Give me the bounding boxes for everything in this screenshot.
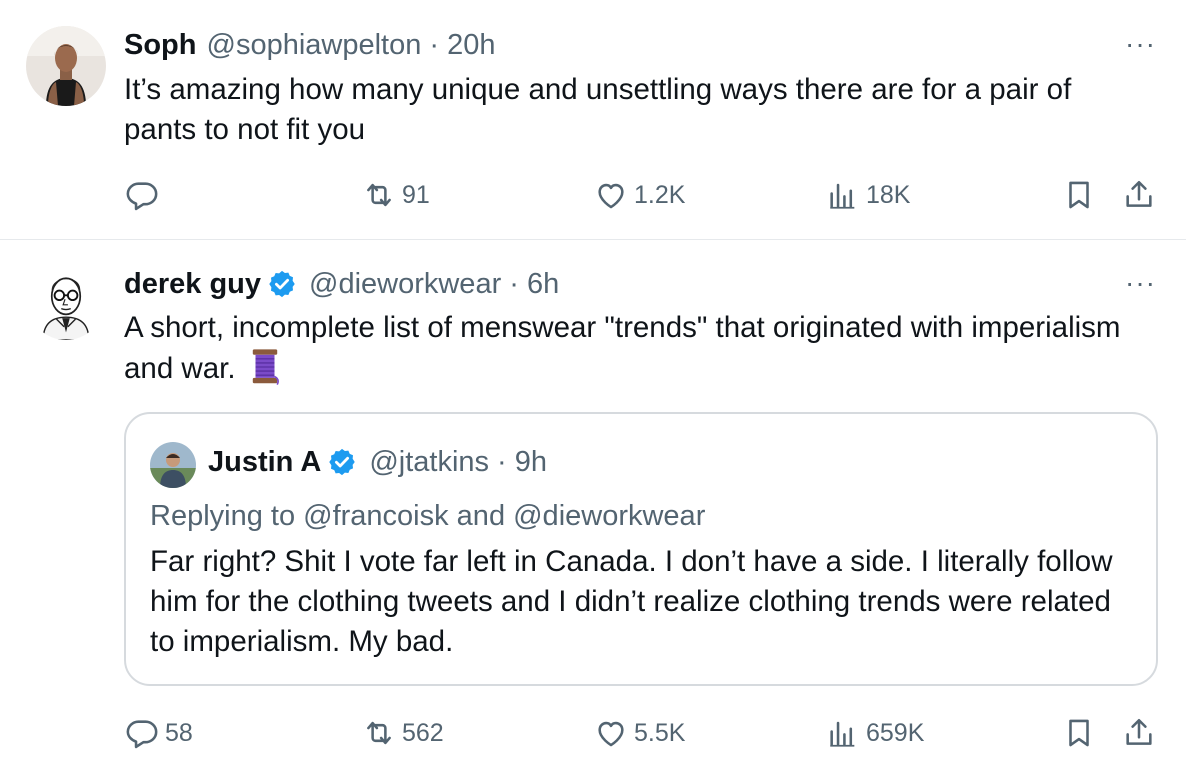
quoted-user-handle[interactable]: @jtatkins [369, 444, 489, 480]
bookmark-button[interactable] [1062, 175, 1096, 215]
timestamp[interactable]: · 6h [509, 266, 559, 302]
like-count: 1.2K [634, 180, 686, 209]
share-button[interactable] [1122, 713, 1156, 753]
verified-badge-icon [269, 270, 295, 298]
verified-badge-icon [329, 448, 356, 476]
retweet-button[interactable]: 91 [362, 175, 430, 215]
reply-icon [126, 720, 158, 749]
quoted-header: Justin A @jtatkins · 9h [208, 444, 547, 480]
tweet[interactable]: derek guy @dieworkwear · 6h ··· A short,… [0, 240, 1186, 778]
replying-to-label[interactable]: Replying to @francoisk and @dieworkwear [150, 496, 705, 536]
quoted-display-name[interactable]: Justin A [208, 444, 321, 480]
profile-photo-icon [150, 442, 196, 488]
tweet-text: A short, incomplete list of menswear "tr… [124, 308, 1134, 389]
retweet-icon [367, 183, 391, 207]
quoted-tweet[interactable]: Justin A @jtatkins · 9h Replying to @fra… [124, 412, 1158, 686]
retweet-count: 91 [402, 180, 430, 209]
share-icon [1126, 180, 1152, 207]
views-button[interactable]: 659K [826, 713, 924, 753]
profile-photo-icon [26, 26, 106, 106]
timestamp[interactable]: · 20h [429, 27, 495, 63]
tweet-header: derek guy @dieworkwear · 6h [124, 266, 559, 302]
heart-icon [598, 721, 624, 747]
bookmark-button[interactable] [1062, 713, 1096, 753]
more-options-icon[interactable]: ··· [1125, 267, 1156, 299]
view-count: 18K [866, 180, 911, 209]
quoted-timestamp[interactable]: · 9h [497, 444, 547, 480]
user-handle[interactable]: @dieworkwear [309, 266, 501, 302]
retweet-count: 562 [402, 718, 444, 747]
sketch-portrait-icon [28, 264, 104, 340]
display-name[interactable]: Soph [124, 27, 197, 63]
retweet-button[interactable]: 562 [362, 713, 444, 753]
bookmark-icon [1069, 719, 1089, 747]
analytics-icon [830, 721, 855, 747]
heart-icon [598, 183, 624, 209]
like-button[interactable]: 5.5K [594, 713, 685, 753]
action-bar: 58 562 5.5K 659K [0, 713, 1186, 753]
reply-count: 58 [165, 718, 193, 747]
reply-button[interactable]: 58 [125, 713, 193, 753]
views-button[interactable]: 18K [826, 175, 910, 215]
like-button[interactable]: 1.2K [594, 175, 685, 215]
tweet-header: Soph @sophiawpelton · 20h [124, 27, 495, 63]
view-count: 659K [866, 718, 925, 747]
quoted-tweet-text: Far right? Shit I vote far left in Canad… [150, 545, 1113, 658]
action-bar: 91 1.2K 18K [0, 175, 1186, 215]
tweet[interactable]: Soph @sophiawpelton · 20h ··· It’s amazi… [0, 0, 1186, 240]
reply-button[interactable] [125, 175, 165, 215]
like-count: 5.5K [634, 718, 686, 747]
more-options-icon[interactable]: ··· [1125, 28, 1156, 60]
avatar[interactable] [28, 264, 104, 340]
share-icon [1126, 718, 1152, 745]
avatar[interactable] [26, 26, 106, 106]
analytics-icon [830, 183, 855, 209]
retweet-icon [367, 721, 391, 745]
share-button[interactable] [1122, 175, 1156, 215]
quoted-avatar[interactable] [150, 442, 196, 488]
bookmark-icon [1069, 181, 1089, 209]
thread-spool-emoji-icon [252, 349, 279, 386]
user-handle[interactable]: @sophiawpelton [207, 27, 422, 63]
display-name[interactable]: derek guy [124, 266, 261, 302]
reply-icon [126, 182, 158, 211]
tweet-text: It’s amazing how many unique and unsettl… [124, 73, 1072, 146]
